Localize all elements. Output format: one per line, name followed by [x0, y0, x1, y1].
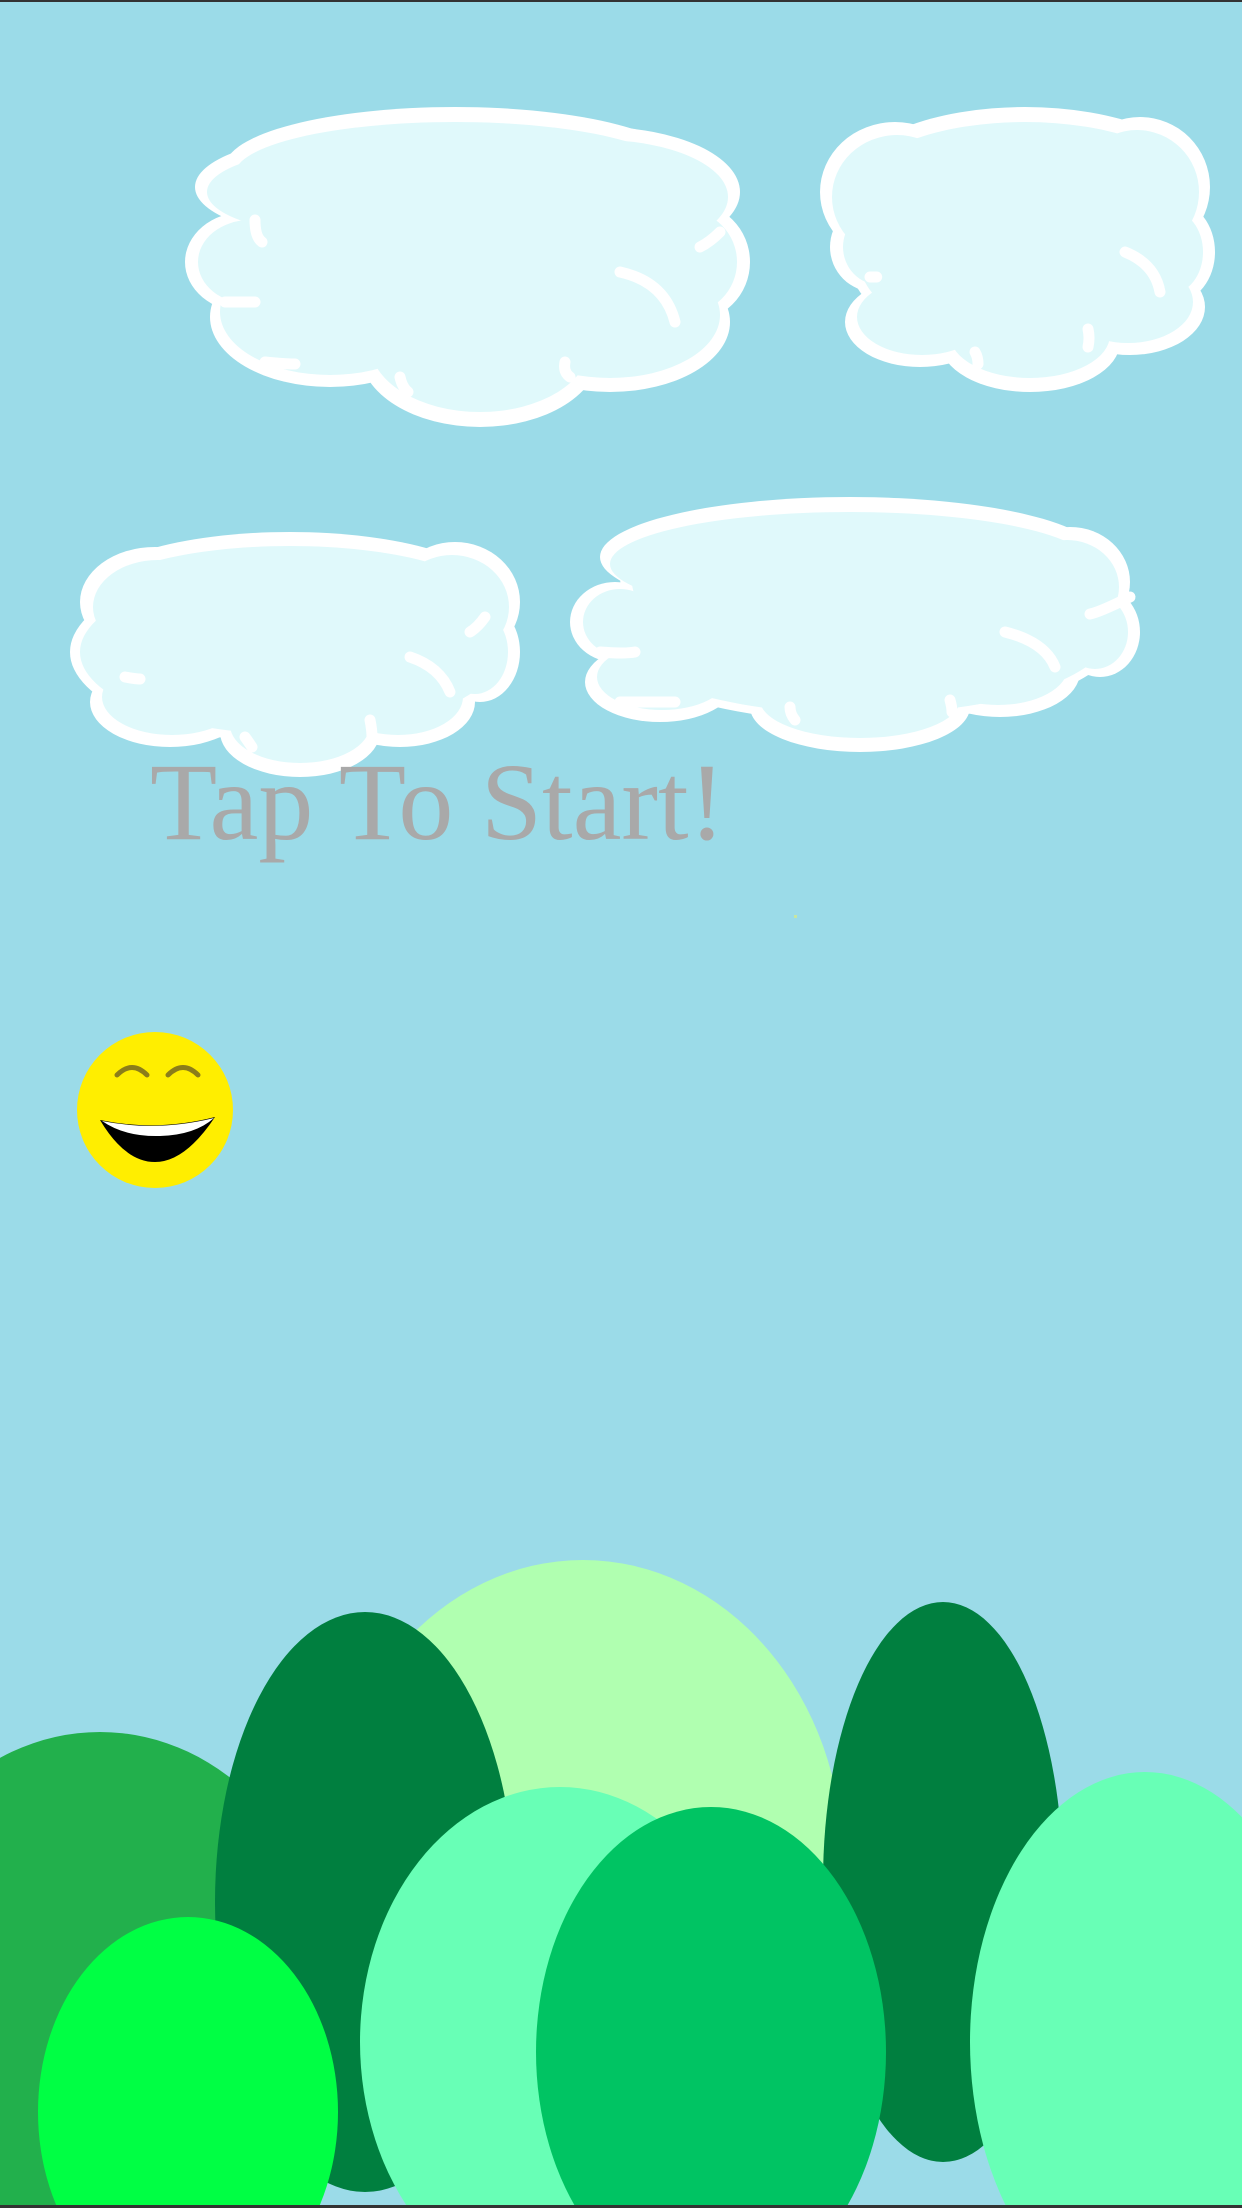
player-face: [77, 1032, 233, 1188]
game-canvas[interactable]: Tap To Start!: [0, 0, 1242, 2208]
game-scene: [0, 2, 1242, 2205]
player-smiley[interactable]: [77, 1032, 233, 1188]
particle-speck: [794, 915, 797, 918]
cloud-2: [820, 107, 1215, 392]
